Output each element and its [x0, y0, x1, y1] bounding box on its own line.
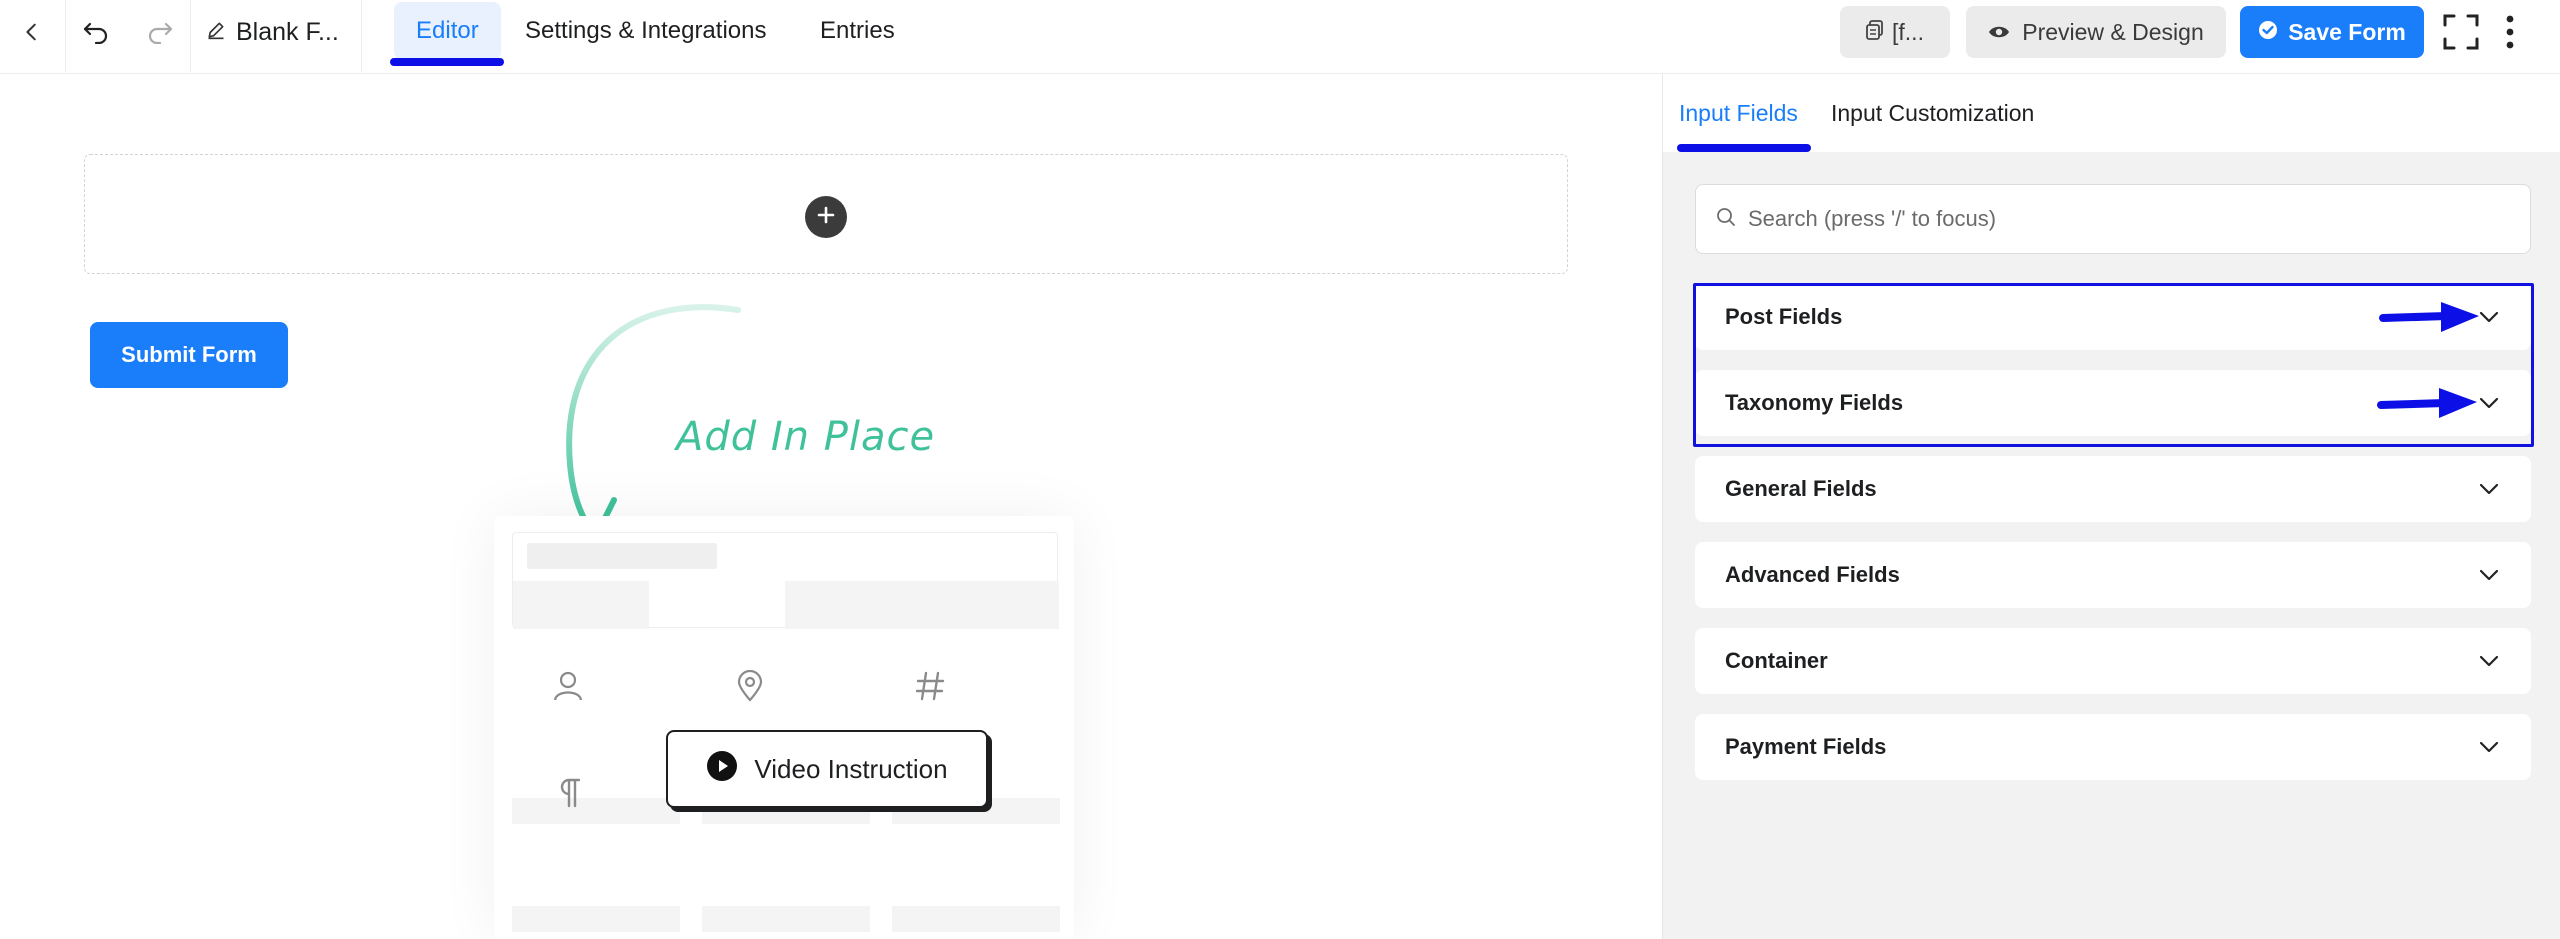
tab-editor[interactable]: Editor	[394, 2, 501, 60]
group-label: Container	[1725, 648, 1828, 673]
curved-arrow-icon	[537, 304, 741, 547]
pencil-icon	[206, 18, 226, 47]
group-general-fields[interactable]: General Fields	[1695, 456, 2531, 522]
group-label: Payment Fields	[1725, 734, 1887, 759]
save-form-button[interactable]: Save Form	[2240, 6, 2424, 58]
arrow-right-icon	[2379, 302, 2479, 332]
chevron-down-icon	[2477, 649, 2501, 673]
chevron-down-icon	[2477, 735, 2501, 759]
group-label: General Fields	[1725, 476, 1877, 501]
plus-icon	[817, 206, 835, 229]
eye-icon	[1988, 19, 2010, 46]
undo-button[interactable]	[66, 0, 126, 64]
sidebar-tabs: Input Fields Input Customization	[1663, 74, 2560, 152]
divider	[190, 0, 191, 72]
field-search[interactable]	[1695, 184, 2531, 254]
paragraph-icon	[548, 772, 588, 812]
fullscreen-icon	[2443, 14, 2479, 50]
form-title-text: Blank F...	[236, 17, 339, 46]
play-circle-icon	[706, 750, 738, 789]
tab-input-customization[interactable]: Input Customization	[1831, 74, 2034, 152]
preview-label: Preview & Design	[2022, 18, 2204, 45]
form-title[interactable]: Blank F...	[206, 0, 339, 64]
group-payment-fields[interactable]: Payment Fields	[1695, 714, 2531, 780]
back-button[interactable]	[0, 0, 64, 64]
tab-settings-integrations[interactable]: Settings & Integrations	[503, 2, 788, 60]
copy-icon	[1866, 19, 1884, 46]
undo-icon	[82, 20, 110, 44]
divider	[361, 0, 362, 72]
video-instruction-button[interactable]: Video Instruction	[666, 730, 988, 808]
location-pin-icon	[730, 666, 770, 706]
submit-form-button[interactable]: Submit Form	[90, 322, 288, 388]
active-tab-annotation	[1677, 144, 1811, 152]
more-options-button[interactable]	[2492, 0, 2528, 64]
chevron-down-icon	[2477, 477, 2501, 501]
check-circle-icon	[2258, 19, 2278, 46]
tab-input-fields[interactable]: Input Fields	[1679, 74, 1798, 152]
redo-icon	[146, 20, 174, 44]
tutorial-preview-card	[494, 516, 1074, 939]
vertical-dots-icon	[2505, 15, 2515, 49]
hash-icon	[910, 666, 950, 706]
fields-sidebar: Input Fields Input Customization Post Fi…	[1662, 74, 2560, 939]
group-label: Post Fields	[1725, 304, 1843, 329]
chevron-down-icon	[2477, 563, 2501, 587]
fullscreen-button[interactable]	[2438, 0, 2484, 64]
shortcode-label: [f...	[1892, 18, 1924, 45]
person-icon	[548, 666, 588, 706]
add-in-place-hint: Add In Place	[676, 414, 936, 460]
add-field-button[interactable]	[805, 196, 847, 238]
preview-design-button[interactable]: Preview & Design	[1966, 6, 2226, 58]
active-tab-annotation	[390, 58, 504, 66]
group-label: Advanced Fields	[1725, 562, 1900, 587]
search-icon	[1716, 207, 1736, 232]
group-label: Taxonomy Fields	[1725, 390, 1904, 415]
form-canvas: Submit Form Add In Place Video Instructi…	[0, 74, 1662, 939]
save-label: Save Form	[2288, 18, 2406, 45]
redo-button[interactable]	[130, 0, 190, 64]
group-container[interactable]: Container	[1695, 628, 2531, 694]
chevron-left-icon	[21, 21, 43, 43]
group-advanced-fields[interactable]: Advanced Fields	[1695, 542, 2531, 608]
top-bar: Blank F... Editor Settings & Integration…	[0, 0, 2560, 74]
video-instruction-label: Video Instruction	[754, 753, 948, 784]
search-input[interactable]	[1748, 206, 2508, 232]
shortcode-button[interactable]: [f...	[1840, 6, 1950, 58]
preview-skeleton-header	[512, 532, 1059, 629]
arrow-right-icon	[2377, 388, 2477, 418]
tab-entries[interactable]: Entries	[798, 2, 917, 60]
